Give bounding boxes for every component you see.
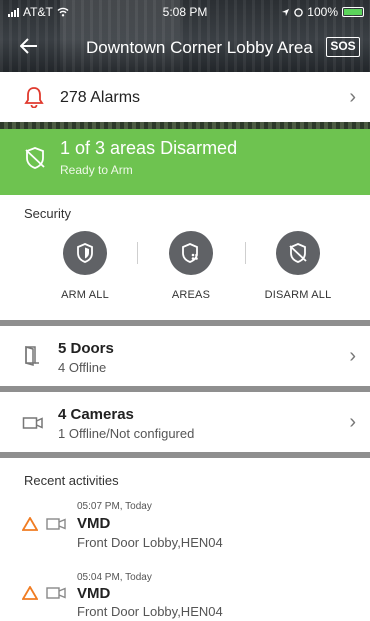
arm-all-button[interactable]: ARM ALL <box>30 231 140 311</box>
activity-time: 05:07 PM, Today <box>77 501 152 512</box>
header: AT&T 5:08 PM 100% Downtown Corner Lobby … <box>0 0 370 72</box>
back-arrow-icon <box>19 38 37 54</box>
camera-icon <box>46 587 66 599</box>
chevron-right-icon: › <box>349 411 356 433</box>
arm-status-title: 1 of 3 areas Disarmed <box>60 138 238 158</box>
cameras-title: 4 Cameras <box>58 406 134 423</box>
doors-title: 5 Doors <box>58 340 114 357</box>
nav-row: Downtown Corner Lobby Area SOS <box>0 30 370 66</box>
areas-shield-icon <box>182 243 198 263</box>
areas-label: AREAS <box>171 289 211 301</box>
back-button[interactable] <box>19 35 38 59</box>
activity-location: Front Door Lobby,HEN04 <box>77 535 223 550</box>
warning-icon <box>22 517 38 531</box>
location-icon <box>282 8 290 16</box>
shield-off-icon <box>289 243 307 263</box>
security-section: Security ARM ALL AREAS DISARM ALL <box>0 195 370 320</box>
disarm-all-label: DISARM ALL <box>264 289 332 301</box>
alarm-clock-icon <box>294 7 304 17</box>
doors-subtitle: 4 Offline <box>58 360 107 375</box>
areas-button[interactable]: AREAS <box>136 231 246 311</box>
warning-icon <box>22 586 38 600</box>
activity-type: VMD <box>77 515 111 532</box>
arm-all-circle <box>63 231 107 275</box>
shield-icon <box>77 243 93 263</box>
recent-activities-label: Recent activities <box>24 473 119 488</box>
cameras-subtitle: 1 Offline/Not configured <box>58 426 195 441</box>
activity-type: VMD <box>77 585 111 602</box>
status-right: 100% <box>281 5 364 19</box>
shield-off-icon <box>25 147 45 169</box>
chevron-right-icon: › <box>349 345 356 367</box>
sos-button[interactable]: SOS <box>326 37 360 57</box>
doors-row[interactable]: 5 Doors 4 Offline › <box>0 326 370 386</box>
battery-percent: 100% <box>307 5 338 19</box>
alarms-row[interactable]: 278 Alarms › <box>0 72 370 122</box>
activity-location: Front Door Lobby,HEN04 <box>77 604 223 619</box>
arm-all-label: ARM ALL <box>61 289 109 301</box>
door-icon <box>25 346 39 366</box>
status-bar: AT&T 5:08 PM 100% <box>0 0 370 22</box>
cameras-row[interactable]: 4 Cameras 1 Offline/Not configured › <box>0 392 370 452</box>
disarm-all-circle <box>276 231 320 275</box>
security-label: Security <box>24 206 71 221</box>
arm-status-subtitle: Ready to Arm <box>60 163 133 177</box>
activity-item[interactable]: 05:07 PM, Today VMD Front Door Lobby,HEN… <box>0 497 370 559</box>
battery-icon <box>342 7 364 17</box>
disarm-all-button[interactable]: DISARM ALL <box>243 231 353 311</box>
activity-time: 05:04 PM, Today <box>77 572 152 583</box>
chevron-right-icon: › <box>349 86 356 108</box>
section-divider <box>0 452 370 458</box>
camera-icon <box>46 518 66 530</box>
page-title: Downtown Corner Lobby Area <box>86 38 313 57</box>
camera-icon <box>22 417 43 429</box>
alarms-label: 278 Alarms <box>60 89 141 106</box>
areas-circle <box>169 231 213 275</box>
bell-icon <box>24 87 44 108</box>
activity-item[interactable]: 05:04 PM, Today VMD Front Door Lobby,HEN… <box>0 568 370 621</box>
